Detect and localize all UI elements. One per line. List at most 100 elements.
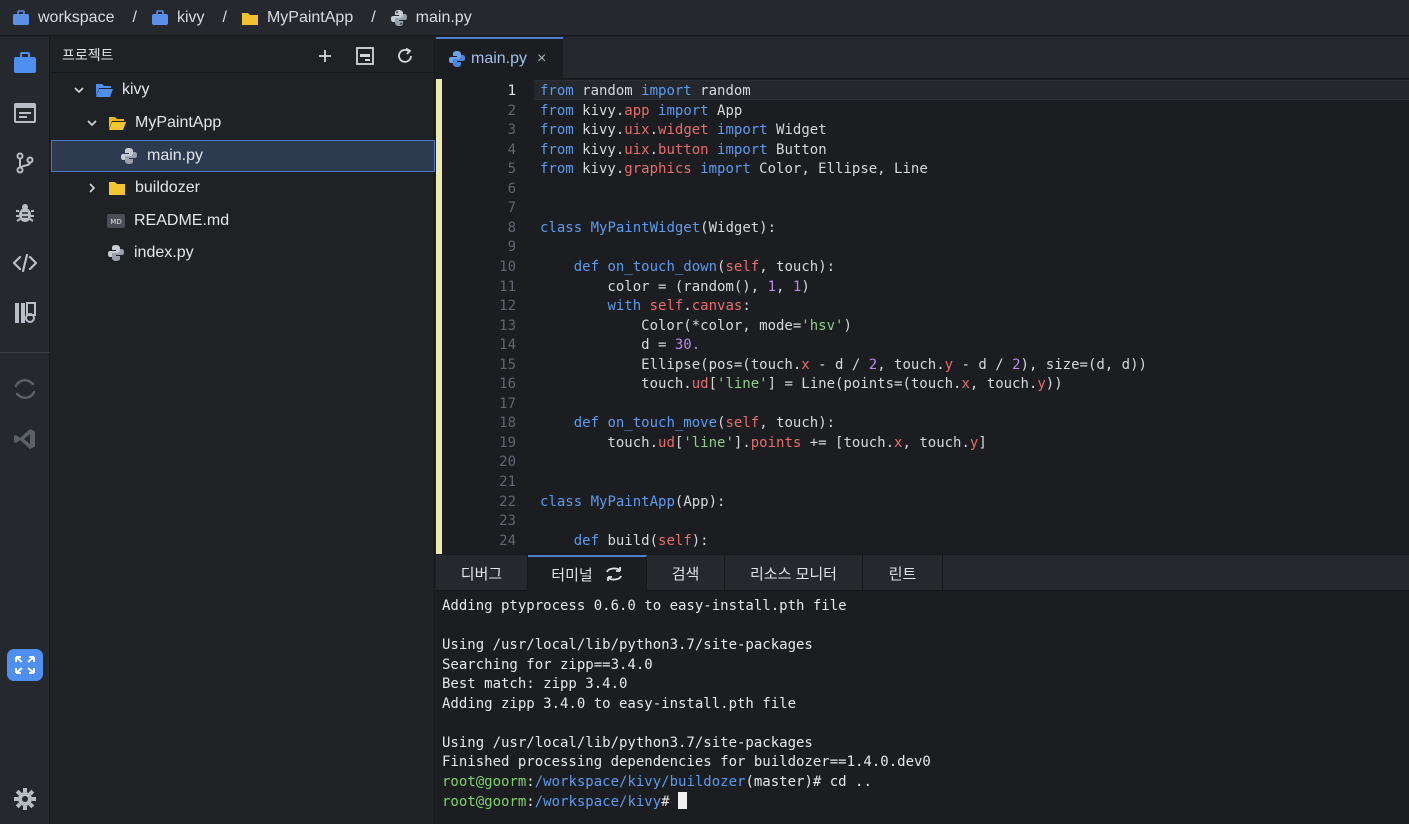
line-number: 3 bbox=[507, 122, 516, 139]
activity-code[interactable] bbox=[0, 241, 50, 285]
prompt-symbol: # bbox=[661, 794, 670, 810]
code-line: with self.canvas: bbox=[540, 296, 751, 316]
activity-debug[interactable] bbox=[0, 191, 50, 235]
line-number: 13 bbox=[499, 317, 516, 334]
activity-settings[interactable] bbox=[0, 777, 50, 821]
project-panel-title: 프로젝트 bbox=[62, 46, 114, 63]
line-number: 16 bbox=[499, 376, 516, 393]
line-number: 4 bbox=[507, 141, 516, 158]
code-token: color = (random(), bbox=[540, 278, 768, 295]
close-icon[interactable]: × bbox=[537, 50, 546, 68]
breadcrumb-item-mypaintapp[interactable]: MyPaintApp bbox=[241, 9, 353, 27]
activity-project[interactable] bbox=[0, 41, 50, 85]
tab-search[interactable]: 검색 bbox=[647, 555, 725, 591]
fullscreen-button[interactable] bbox=[7, 649, 43, 681]
collapse-button[interactable] bbox=[354, 45, 376, 67]
bottom-panel: 디버그 터미널 검색 리소스 모니터 린트 Adding ptyprocess … bbox=[436, 554, 1409, 824]
chevron-right-icon[interactable] bbox=[86, 182, 98, 194]
code-token: x bbox=[801, 356, 810, 373]
tab-label: 린트 bbox=[888, 565, 917, 583]
activity-window[interactable] bbox=[0, 91, 50, 135]
tree-item-buildozer[interactable]: buildozer bbox=[51, 172, 435, 204]
line-number: 14 bbox=[499, 337, 516, 354]
tab-lint[interactable]: 린트 bbox=[863, 555, 943, 591]
breadcrumb-item-kivy[interactable]: kivy bbox=[151, 9, 205, 27]
tab-resource-monitor[interactable]: 리소스 모니터 bbox=[725, 555, 863, 591]
code-token: kivy. bbox=[573, 102, 625, 119]
code-token: kivy. bbox=[573, 161, 625, 178]
chevron-down-icon[interactable] bbox=[73, 84, 85, 96]
code-editor: main.py × 1 2 3 4 5 6 7 8 9 10 11 12 13 14 15 16 17 18 19 2… bbox=[436, 37, 1409, 554]
prompt-sep: : bbox=[526, 794, 535, 810]
terminal-prompt-line[interactable]: root@goorm:/workspace/kivy# bbox=[442, 792, 931, 812]
folder-icon bbox=[241, 12, 258, 25]
tab-main-py[interactable]: main.py × bbox=[436, 37, 563, 79]
prompt-user: root@goorm bbox=[442, 794, 527, 810]
breadcrumb-separator: / bbox=[222, 8, 227, 26]
code-token: widget bbox=[658, 122, 709, 139]
activity-sync[interactable] bbox=[0, 367, 50, 411]
project-panel-header: 프로젝트 bbox=[51, 37, 434, 73]
add-file-button[interactable] bbox=[314, 45, 336, 67]
line-number: 24 bbox=[499, 532, 516, 549]
activity-fullscreen[interactable] bbox=[0, 643, 50, 687]
code-token: d = bbox=[540, 337, 675, 354]
breadcrumb-label: kivy bbox=[176, 8, 205, 26]
code-token: def bbox=[573, 258, 600, 275]
activity-vscode[interactable] bbox=[0, 417, 50, 461]
code-token: ): bbox=[691, 532, 709, 549]
code-token: def bbox=[573, 415, 600, 432]
tab-terminal[interactable]: 터미널 bbox=[528, 555, 647, 591]
code-token: Widget bbox=[767, 122, 827, 139]
code-area[interactable]: 1 2 3 4 5 6 7 8 9 10 11 12 13 14 15 16 17 18 19 20 21 22 23 24 … bbox=[436, 79, 1409, 554]
line-number: 7 bbox=[507, 200, 516, 217]
tab-debug[interactable]: 디버그 bbox=[436, 555, 528, 591]
tree-item-mypaintapp[interactable]: MyPaintApp bbox=[51, 107, 435, 139]
code-token: ]. bbox=[733, 434, 751, 451]
activity-git[interactable] bbox=[0, 141, 50, 185]
vscode-icon bbox=[14, 429, 35, 449]
tree-item-index-py[interactable]: index.py bbox=[51, 237, 435, 269]
line-number: 5 bbox=[507, 161, 516, 178]
chevron-down-icon[interactable] bbox=[86, 117, 98, 129]
terminal[interactable]: Adding ptyprocess 0.6.0 to easy-install.… bbox=[442, 597, 931, 812]
swap-icon[interactable] bbox=[605, 566, 623, 582]
code-token: uix bbox=[624, 141, 650, 158]
breadcrumb-item-workspace[interactable]: workspace bbox=[12, 9, 114, 27]
briefcase-icon bbox=[13, 9, 29, 25]
line-number: 20 bbox=[499, 454, 516, 471]
code-token: with bbox=[607, 298, 642, 315]
code-token: : bbox=[742, 298, 751, 315]
line-number: 22 bbox=[499, 493, 516, 510]
breadcrumb-separator: / bbox=[132, 8, 137, 26]
terminal-line: Adding zipp 3.4.0 to easy-install.pth fi… bbox=[442, 695, 797, 712]
bottom-tabs: 디버그 터미널 검색 리소스 모니터 린트 bbox=[436, 555, 1409, 591]
breadcrumb-item-main-py[interactable]: main.py bbox=[390, 9, 472, 27]
tree-item-kivy[interactable]: kivy bbox=[51, 74, 435, 106]
prompt-sep: : bbox=[526, 773, 535, 790]
code-token: class bbox=[540, 219, 583, 236]
code-token: uix bbox=[624, 122, 650, 139]
code-token: Color, Ellipse, Line bbox=[750, 161, 928, 178]
refresh-button[interactable] bbox=[394, 45, 416, 67]
code-token: Button bbox=[767, 141, 827, 158]
code-line: touch.ud['line'].points += [touch.x, tou… bbox=[540, 433, 986, 453]
tree-item-main-py[interactable]: main.py bbox=[51, 140, 435, 172]
code-token: import bbox=[717, 122, 768, 139]
line-number: 10 bbox=[499, 258, 516, 275]
code-token: ) bbox=[801, 278, 810, 295]
code-line: def build(self): bbox=[540, 531, 709, 551]
code-token: on_touch_move bbox=[607, 415, 718, 432]
activity-notebook[interactable] bbox=[0, 291, 50, 335]
tree-item-readme[interactable]: MD README.md bbox=[51, 205, 435, 237]
code-token: 'hsv' bbox=[801, 317, 844, 334]
code-token: ud bbox=[691, 376, 709, 393]
line-number: 11 bbox=[499, 278, 516, 295]
git-icon bbox=[16, 152, 34, 174]
tab-label: 터미널 bbox=[551, 566, 593, 584]
code-token: random bbox=[691, 83, 751, 99]
code-token: 2 bbox=[1012, 356, 1021, 373]
